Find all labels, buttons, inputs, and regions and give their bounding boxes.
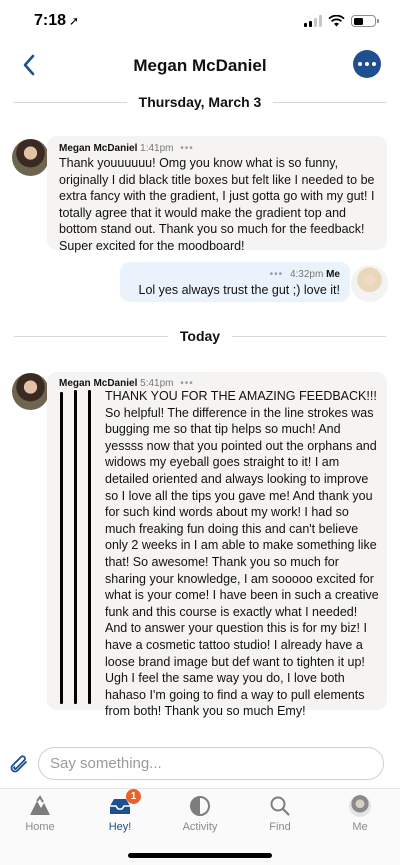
- clock-text: 7:18: [34, 12, 67, 29]
- message-composer: [0, 744, 400, 784]
- wifi-icon: [328, 15, 345, 27]
- message-bubble-outgoing[interactable]: ••• 4:32pm Me Lol yes always trust the g…: [120, 262, 350, 302]
- status-icons: [304, 15, 379, 27]
- message-time: 4:32pm: [289, 269, 324, 280]
- tab-label: Find: [269, 821, 291, 833]
- date-separator-label: Thursday, March 3: [138, 94, 262, 110]
- tab-label: Hey!: [108, 821, 132, 833]
- message-options-dots[interactable]: •••: [270, 269, 284, 280]
- tab-label: Me: [352, 821, 368, 833]
- battery-icon: [351, 15, 379, 27]
- home-icon: [30, 795, 50, 815]
- message-input[interactable]: [38, 747, 384, 780]
- search-icon: [270, 796, 290, 816]
- notification-badge: 1: [126, 789, 141, 804]
- more-options-button[interactable]: [353, 50, 381, 78]
- message-text: THANK YOU FOR THE AMAZING FEEDBACK!!! So…: [105, 389, 379, 719]
- tab-hey[interactable]: 1 Hey!: [80, 789, 160, 839]
- cellular-signal-icon: [304, 15, 322, 27]
- conversation-title: Megan McDaniel: [133, 56, 267, 75]
- location-arrow-icon: ➚: [69, 14, 80, 28]
- tab-home[interactable]: Home: [0, 789, 80, 839]
- activity-icon: [190, 796, 210, 816]
- ellipsis-icon: [358, 62, 362, 66]
- message-options-dots[interactable]: •••: [180, 143, 194, 154]
- message-time: 1:41pm: [140, 143, 174, 154]
- date-separator: Today: [14, 326, 387, 346]
- date-separator-label: Today: [179, 328, 221, 344]
- home-indicator: [128, 853, 272, 858]
- message-text: Lol yes always trust the gut ;) love it!: [138, 283, 340, 297]
- message-meta: ••• 4:32pm Me: [270, 269, 340, 280]
- tab-find[interactable]: Find: [240, 789, 320, 839]
- tab-label: Home: [25, 821, 55, 833]
- annotation-bar: [88, 390, 91, 704]
- attach-button[interactable]: [6, 752, 32, 778]
- sender-name: Me: [326, 269, 340, 280]
- tab-label: Activity: [182, 821, 218, 833]
- message-meta: Megan McDaniel 1:41pm •••: [59, 143, 194, 154]
- paperclip-icon: [10, 755, 27, 773]
- sender-name: Megan McDaniel: [59, 143, 138, 154]
- message-bubble-incoming[interactable]: Megan McDaniel 1:41pm ••• Thank youuuuuu…: [47, 136, 387, 253]
- status-bar: 7:18 ➚: [0, 0, 400, 44]
- annotation-bar: [60, 392, 63, 704]
- tab-me[interactable]: Me: [320, 789, 400, 839]
- status-time: 7:18 ➚: [34, 12, 79, 30]
- date-separator: Thursday, March 3: [14, 92, 387, 112]
- profile-avatar-icon: [349, 795, 371, 817]
- annotation-bar: [74, 390, 77, 704]
- sender-avatar[interactable]: [12, 139, 49, 176]
- my-avatar[interactable]: [351, 265, 388, 302]
- message-bubble-incoming[interactable]: Megan McDaniel 5:41pm ••• THANK YOU FOR …: [47, 372, 387, 718]
- tab-activity[interactable]: Activity: [160, 789, 240, 839]
- message-text: Thank youuuuuu! Omg you know what is so …: [59, 156, 375, 253]
- conversation-header: Megan McDaniel: [0, 44, 400, 88]
- sender-avatar[interactable]: [12, 373, 49, 410]
